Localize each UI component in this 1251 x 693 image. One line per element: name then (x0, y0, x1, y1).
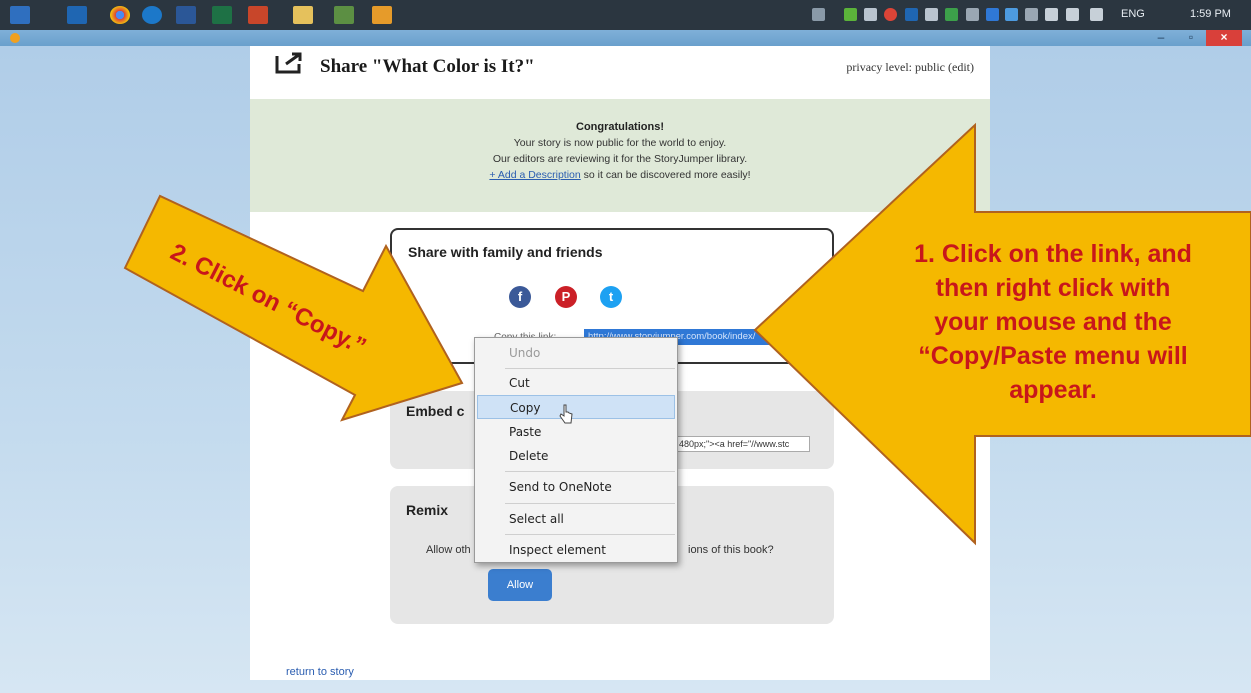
internet-explorer-icon[interactable] (142, 6, 162, 24)
menu-separator (505, 503, 675, 504)
menu-item-send-to-onenote[interactable]: Send to OneNote (477, 475, 675, 499)
volume-icon[interactable] (864, 8, 877, 21)
bluetooth-icon[interactable] (986, 8, 999, 21)
camtasia-icon[interactable] (334, 6, 354, 24)
menu-item-paste[interactable]: Paste (477, 420, 675, 444)
keyboard-icon[interactable] (812, 8, 825, 21)
app-icon (10, 33, 20, 43)
language-indicator[interactable]: ENG (1121, 8, 1145, 20)
remix-heading: Remix (406, 502, 449, 518)
media-player-icon[interactable] (372, 6, 392, 24)
sync-icon[interactable] (1005, 8, 1018, 21)
right-callout-line-5: appear. (1009, 376, 1097, 404)
share-icon (275, 52, 302, 74)
context-menu: Undo Cut Copy Paste Delete Send to OneNo… (474, 337, 678, 563)
chrome-icon[interactable] (110, 6, 130, 24)
taskbar-app-icon[interactable] (67, 6, 87, 24)
congrats-line-3-tail: so it can be discovered more easily! (580, 169, 751, 181)
word-icon[interactable] (176, 6, 196, 24)
close-button[interactable]: × (1206, 30, 1242, 46)
twitter-icon[interactable]: t (600, 286, 622, 308)
menu-item-inspect-element[interactable]: Inspect element (477, 538, 675, 562)
green-app-icon[interactable] (945, 8, 958, 21)
congrats-heading: Congratulations! (576, 121, 664, 133)
menu-separator (505, 368, 675, 369)
share-heading: Share with family and friends (408, 244, 603, 260)
powerpoint-icon[interactable] (248, 6, 268, 24)
allow-button[interactable]: Allow (488, 569, 552, 601)
power-icon[interactable] (1025, 8, 1038, 21)
network-icon[interactable] (966, 8, 979, 21)
menu-separator (505, 534, 675, 535)
menu-item-cut[interactable]: Cut (477, 371, 675, 395)
flag-icon[interactable] (1045, 8, 1058, 21)
congrats-banner: Congratulations! Your story is now publi… (250, 99, 990, 212)
menu-item-copy[interactable]: Copy (477, 395, 675, 419)
right-callout-line-3: your mouse and the (934, 308, 1172, 336)
pinterest-icon[interactable]: P (555, 286, 577, 308)
facebook-icon[interactable]: f (509, 286, 531, 308)
window-titlebar: – ▫ × (0, 30, 1251, 46)
battery-icon[interactable] (1066, 8, 1079, 21)
chrome-tray-icon[interactable] (884, 8, 897, 21)
right-callout-text: 1. Click on the link, and then right cli… (868, 237, 1238, 407)
menu-item-delete[interactable]: Delete (477, 444, 675, 468)
restore-button[interactable]: ▫ (1176, 30, 1206, 46)
clock[interactable]: 1:59 PM (1190, 8, 1231, 20)
congrats-line-3: + Add a Description so it can be discove… (250, 167, 990, 183)
embed-heading: Embed c (406, 403, 465, 419)
start-icon[interactable] (10, 6, 30, 24)
right-callout-line-2: then right click with (935, 274, 1171, 302)
mail-icon[interactable] (925, 8, 938, 21)
mouse-cursor-icon (559, 404, 573, 424)
wifi-signal-icon[interactable] (1090, 8, 1103, 21)
menu-item-select-all[interactable]: Select all (477, 507, 675, 531)
page-title: Share "What Color is It?" (320, 56, 535, 77)
windows-taskbar: ENG 1:59 PM (0, 0, 1251, 30)
remix-question-start: Allow oth (426, 544, 471, 556)
congrats-line-1: Your story is now public for the world t… (513, 137, 727, 149)
add-description-link[interactable]: + Add a Description (489, 169, 580, 181)
file-explorer-icon[interactable] (293, 6, 313, 24)
return-to-story-link[interactable]: return to story (286, 666, 354, 678)
privacy-level[interactable]: privacy level: public (edit) (846, 60, 974, 75)
congrats-line-2: Our editors are reviewing it for the Sto… (492, 153, 748, 165)
right-callout-line-1: 1. Click on the link, and (914, 240, 1192, 268)
outlook-tray-icon[interactable] (905, 8, 918, 21)
remix-question-end: ions of this book? (688, 544, 774, 556)
excel-icon[interactable] (212, 6, 232, 24)
check-icon[interactable] (844, 8, 857, 21)
menu-item-undo[interactable]: Undo (477, 341, 675, 365)
embed-code-field[interactable]: 480px;"><a href="//www.stc (676, 436, 810, 452)
right-callout-line-4: “Copy/Paste menu will (918, 342, 1188, 370)
menu-separator (505, 471, 675, 472)
minimize-button[interactable]: – (1146, 30, 1176, 46)
